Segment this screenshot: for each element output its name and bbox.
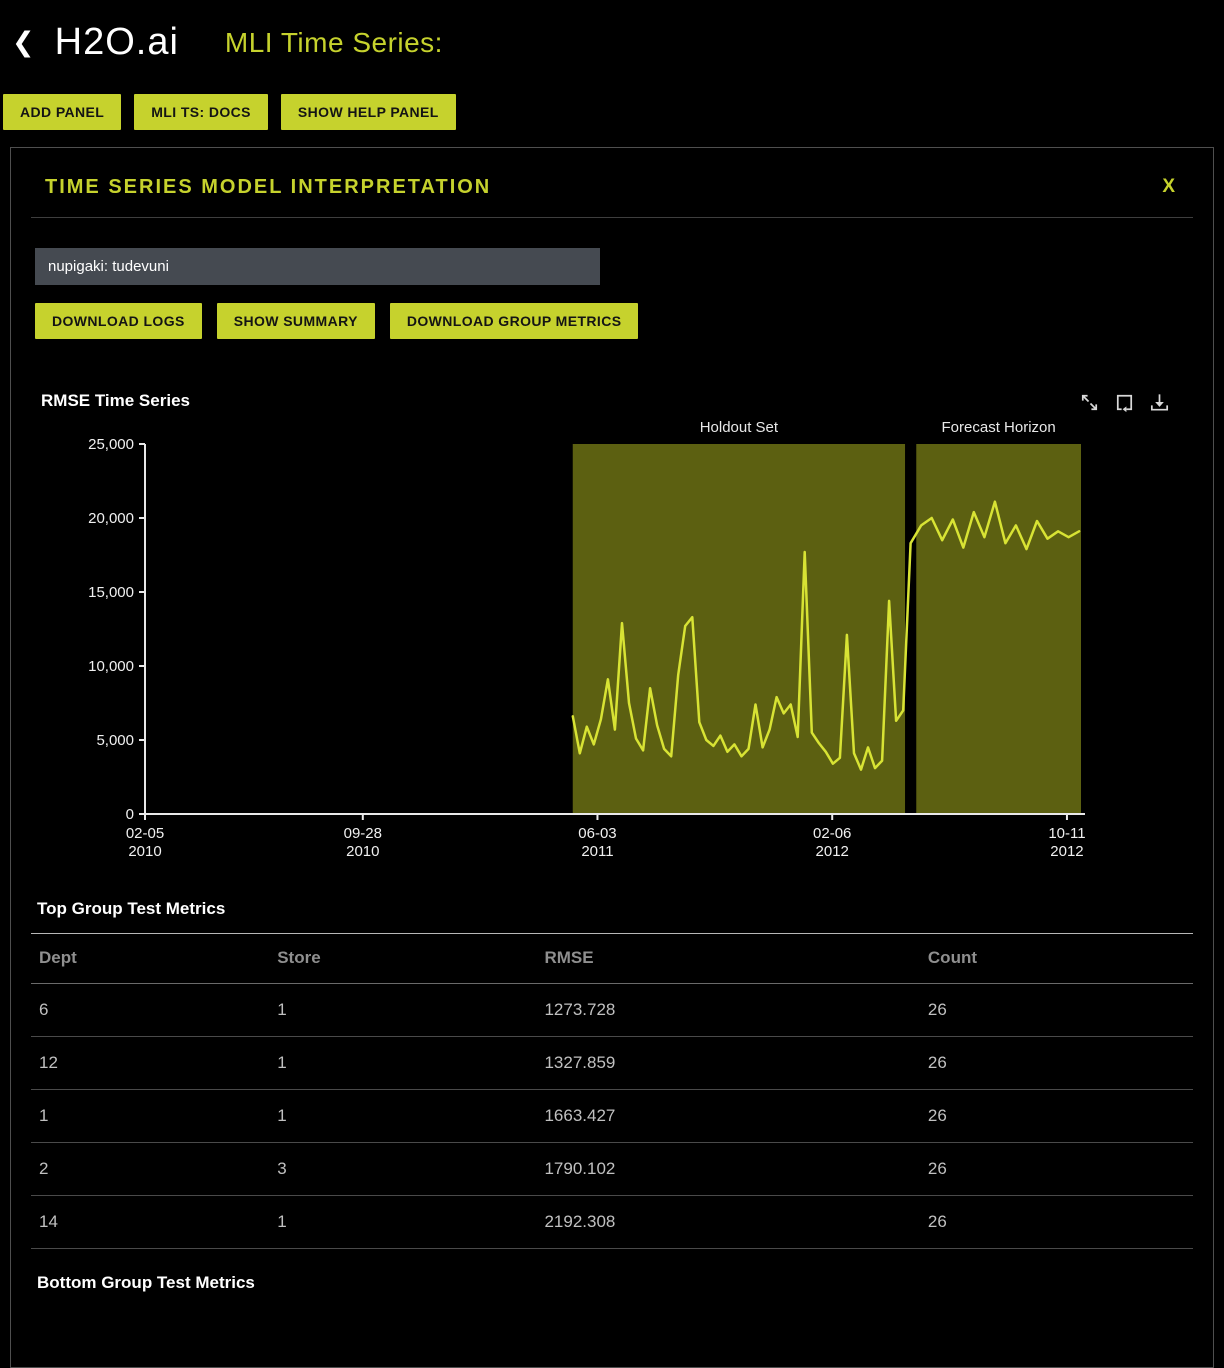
chart-region-label: Forecast Horizon bbox=[942, 419, 1056, 436]
top-group-metrics-table: DeptStoreRMSECount 611273.728261211327.8… bbox=[31, 933, 1193, 1249]
table-cell: 1 bbox=[31, 1089, 269, 1142]
chart-region-label: Holdout Set bbox=[700, 419, 779, 436]
table-cell: 3 bbox=[269, 1142, 536, 1195]
column-header: RMSE bbox=[536, 933, 919, 983]
y-tick-label: 10,000 bbox=[88, 658, 134, 675]
chart-header: RMSE Time Series bbox=[41, 391, 1171, 414]
x-tick-label-year: 2010 bbox=[346, 843, 379, 859]
table-cell: 2 bbox=[31, 1142, 269, 1195]
table-cell: 26 bbox=[920, 1195, 1193, 1248]
table-cell: 1327.859 bbox=[536, 1036, 919, 1089]
table-row: 1211327.85926 bbox=[31, 1036, 1193, 1089]
table-cell: 1 bbox=[269, 983, 536, 1036]
table-cell: 26 bbox=[920, 1036, 1193, 1089]
chart-title: RMSE Time Series bbox=[41, 391, 190, 411]
panel-actions: DOWNLOAD LOGS SHOW SUMMARY DOWNLOAD GROU… bbox=[35, 303, 1193, 339]
rmse-chart-block: RMSE Time Series bbox=[31, 391, 1193, 859]
table-cell: 26 bbox=[920, 1142, 1193, 1195]
download-logs-button[interactable]: DOWNLOAD LOGS bbox=[35, 303, 202, 339]
x-tick-label-date: 02-05 bbox=[126, 825, 164, 842]
show-summary-button[interactable]: SHOW SUMMARY bbox=[217, 303, 375, 339]
x-tick-label-year: 2011 bbox=[581, 843, 613, 859]
autoscale-icon[interactable] bbox=[1078, 391, 1101, 414]
mli-ts-docs-button[interactable]: MLI TS: DOCS bbox=[134, 94, 268, 130]
y-tick-label: 15,000 bbox=[88, 584, 134, 601]
download-chart-icon[interactable] bbox=[1148, 391, 1171, 414]
reset-axes-icon[interactable] bbox=[1113, 391, 1136, 414]
table-cell: 6 bbox=[31, 983, 269, 1036]
x-tick-label-year: 2012 bbox=[816, 843, 849, 859]
y-tick-label: 25,000 bbox=[88, 436, 134, 453]
table-cell: 14 bbox=[31, 1195, 269, 1248]
table-row: 231790.10226 bbox=[31, 1142, 1193, 1195]
table-row: 1412192.30826 bbox=[31, 1195, 1193, 1248]
y-tick-label: 0 bbox=[126, 806, 134, 823]
column-header: Store bbox=[269, 933, 536, 983]
top-metrics-title: Top Group Test Metrics bbox=[37, 899, 1193, 919]
x-tick-label-date: 02-06 bbox=[813, 825, 851, 842]
bottom-metrics-title: Bottom Group Test Metrics bbox=[37, 1273, 1193, 1293]
y-tick-label: 20,000 bbox=[88, 510, 134, 527]
table-cell: 2192.308 bbox=[536, 1195, 919, 1248]
x-tick-label-year: 2012 bbox=[1050, 843, 1083, 859]
time-series-interpretation-panel: TIME SERIES MODEL INTERPRETATION X DOWNL… bbox=[10, 147, 1214, 1368]
table-row: 111663.42726 bbox=[31, 1089, 1193, 1142]
column-header: Dept bbox=[31, 933, 269, 983]
panel-title: TIME SERIES MODEL INTERPRETATION bbox=[45, 176, 491, 199]
x-tick-label-date: 06-03 bbox=[578, 825, 616, 842]
page-title: MLI Time Series: bbox=[225, 27, 443, 59]
table-cell: 1 bbox=[269, 1089, 536, 1142]
table-cell: 1 bbox=[269, 1036, 536, 1089]
table-cell: 26 bbox=[920, 1089, 1193, 1142]
table-cell: 1273.728 bbox=[536, 983, 919, 1036]
table-row: 611273.72826 bbox=[31, 983, 1193, 1036]
chart-modebar bbox=[1078, 391, 1171, 414]
table-cell: 26 bbox=[920, 983, 1193, 1036]
group-search-input[interactable] bbox=[35, 248, 600, 285]
close-panel-button[interactable]: X bbox=[1156, 176, 1181, 198]
show-help-panel-button[interactable]: SHOW HELP PANEL bbox=[281, 94, 456, 130]
download-group-metrics-button[interactable]: DOWNLOAD GROUP METRICS bbox=[390, 303, 639, 339]
y-tick-label: 5,000 bbox=[96, 732, 134, 749]
table-cell: 1663.427 bbox=[536, 1089, 919, 1142]
x-tick-label-date: 09-28 bbox=[344, 825, 382, 842]
table-cell: 12 bbox=[31, 1036, 269, 1089]
add-panel-button[interactable]: ADD PANEL bbox=[3, 94, 121, 130]
rmse-time-series-chart[interactable]: Holdout Set Forecast Horizon 0 5,000 10,000 1… bbox=[31, 414, 1191, 859]
column-header: Count bbox=[920, 933, 1193, 983]
back-icon[interactable]: ❮ bbox=[12, 29, 35, 56]
table-cell: 1 bbox=[269, 1195, 536, 1248]
chart-region bbox=[916, 444, 1081, 814]
app-header: ❮ H2O.ai MLI Time Series: bbox=[0, 0, 1224, 86]
table-header-row: DeptStoreRMSECount bbox=[31, 933, 1193, 983]
x-tick-label-year: 2010 bbox=[128, 843, 161, 859]
app-logo[interactable]: H2O.ai bbox=[55, 22, 179, 64]
table-cell: 1790.102 bbox=[536, 1142, 919, 1195]
x-tick-label-date: 10-11 bbox=[1048, 825, 1085, 842]
panel-header: TIME SERIES MODEL INTERPRETATION X bbox=[31, 168, 1193, 218]
top-toolbar: ADD PANEL MLI TS: DOCS SHOW HELP PANEL bbox=[3, 94, 1224, 130]
